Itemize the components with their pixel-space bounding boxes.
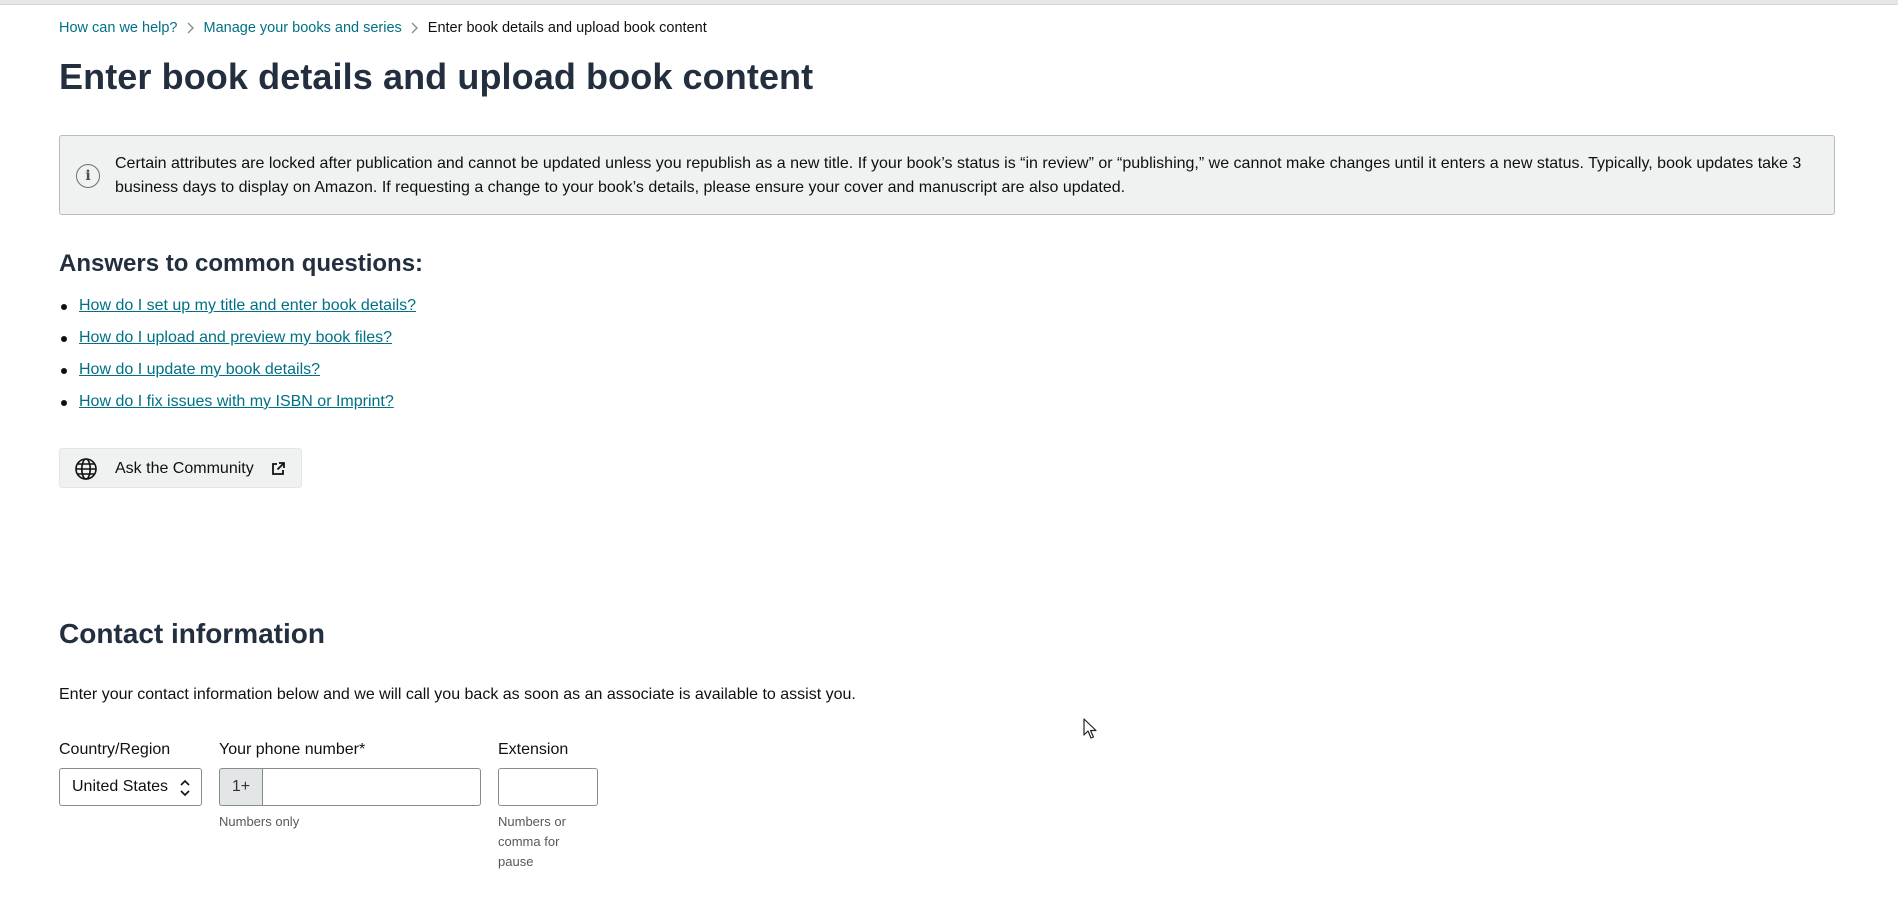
- extension-input[interactable]: [498, 768, 598, 806]
- top-border: [0, 0, 1898, 5]
- chevron-right-icon: [178, 22, 204, 34]
- phone-input[interactable]: [262, 768, 481, 806]
- contact-description: Enter your contact information below and…: [59, 686, 856, 703]
- info-alert: i Certain attributes are locked after pu…: [59, 135, 1835, 215]
- extension-hint: Numbers or comma for pause: [498, 814, 566, 869]
- breadcrumb-link-help[interactable]: How can we help?: [59, 20, 178, 36]
- breadcrumb: How can we help? Manage your books and s…: [59, 20, 707, 36]
- alert-text: Certain attributes are locked after publ…: [115, 155, 1802, 196]
- extension-label: Extension: [498, 741, 569, 758]
- faq-link-isbn-imprint[interactable]: How do I fix issues with my ISBN or Impr…: [79, 393, 394, 410]
- list-item: How do I update my book details?: [59, 358, 416, 390]
- phone-hint: Numbers only: [219, 814, 300, 829]
- mouse-cursor-icon: [1083, 718, 1097, 739]
- faq-link-upload-preview[interactable]: How do I upload and preview my book file…: [79, 329, 392, 346]
- contact-heading: Contact information: [59, 618, 325, 649]
- ask-community-button[interactable]: Ask the Community: [59, 448, 302, 488]
- country-select[interactable]: United States: [59, 768, 202, 806]
- list-item: How do I upload and preview my book file…: [59, 326, 416, 358]
- faq-link-update-details[interactable]: How do I update my book details?: [79, 361, 320, 378]
- faq-list: How do I set up my title and enter book …: [59, 294, 416, 422]
- chevron-right-icon: [402, 22, 428, 34]
- list-item: How do I set up my title and enter book …: [59, 294, 416, 326]
- globe-icon: [75, 458, 97, 480]
- phone-prefix: 1+: [219, 768, 262, 806]
- info-icon: i: [76, 164, 100, 188]
- breadcrumb-current: Enter book details and upload book conte…: [427, 20, 707, 36]
- phone-label: Your phone number*: [219, 741, 366, 758]
- country-value: United States: [72, 778, 169, 795]
- faq-link-setup-title[interactable]: How do I set up my title and enter book …: [79, 297, 416, 314]
- list-item: How do I fix issues with my ISBN or Impr…: [59, 390, 416, 422]
- phone-field-group: 1+: [219, 768, 481, 806]
- faq-heading: Answers to common questions:: [59, 250, 424, 277]
- page-title: Enter book details and upload book conte…: [59, 56, 814, 97]
- ask-community-label: Ask the Community: [115, 460, 254, 477]
- external-link-icon: [272, 462, 285, 475]
- country-label: Country/Region: [59, 741, 171, 758]
- breadcrumb-link-manage-books[interactable]: Manage your books and series: [204, 20, 402, 36]
- select-arrows-icon: [180, 779, 190, 797]
